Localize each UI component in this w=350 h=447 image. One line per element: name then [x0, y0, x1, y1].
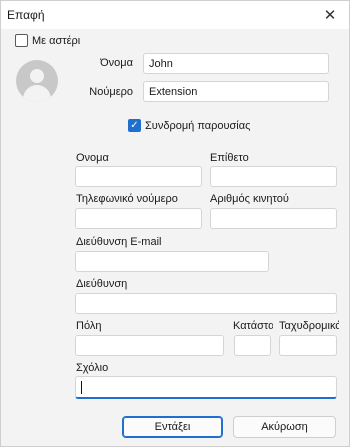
phone-label: Τηλεφωνικό νούμερο: [76, 193, 178, 205]
mobile-field[interactable]: [210, 208, 337, 229]
state-field[interactable]: [234, 335, 271, 356]
state-label: Κατάστα: [233, 320, 273, 332]
check-icon[interactable]: ✓: [128, 119, 141, 132]
first-name-field[interactable]: [75, 166, 202, 187]
zip-label: Ταχυδρομικό: [279, 320, 339, 332]
comment-label: Σχόλιο: [76, 362, 109, 374]
contact-dialog: Επαφή ✕ Με αστέρι Όνομα John Νούμερο Ext…: [0, 0, 350, 447]
close-icon[interactable]: ✕: [319, 4, 341, 26]
ok-button[interactable]: Εντάξει: [122, 416, 223, 438]
last-name-field[interactable]: [210, 166, 337, 187]
cancel-button[interactable]: Ακύρωση: [233, 416, 336, 438]
phone-field[interactable]: [75, 208, 202, 229]
title-bar: Επαφή ✕: [1, 1, 349, 29]
city-field[interactable]: [75, 335, 224, 356]
starred-checkbox[interactable]: Με αστέρι: [15, 34, 80, 47]
mobile-label: Αριθμός κινητού: [210, 193, 289, 205]
presence-label: Συνδρομή παρουσίας: [145, 119, 251, 132]
name-label: Όνομα: [100, 57, 133, 69]
comment-field[interactable]: [75, 376, 337, 399]
presence-checkbox[interactable]: ✓ Συνδρομή παρουσίας: [128, 119, 250, 132]
address-field[interactable]: [75, 293, 337, 314]
starred-label: Με αστέρι: [32, 34, 81, 47]
contact-avatar-icon: [16, 60, 58, 102]
number-label: Νούμερο: [89, 86, 133, 98]
last-name-label: Επίθετο: [210, 152, 249, 164]
window-title: Επαφή: [7, 8, 45, 22]
zip-field[interactable]: [279, 335, 337, 356]
address-label: Διεύθυνση: [76, 278, 128, 290]
starred-checkbox-box[interactable]: [15, 34, 28, 47]
email-field[interactable]: [75, 251, 269, 272]
first-name-label: Ονομα: [76, 152, 109, 164]
text-caret: [81, 381, 82, 394]
name-field[interactable]: John: [143, 53, 329, 74]
city-label: Πόλη: [76, 320, 102, 332]
number-field[interactable]: Extension: [143, 81, 329, 102]
email-label: Διεύθυνση E-mail: [76, 236, 162, 248]
